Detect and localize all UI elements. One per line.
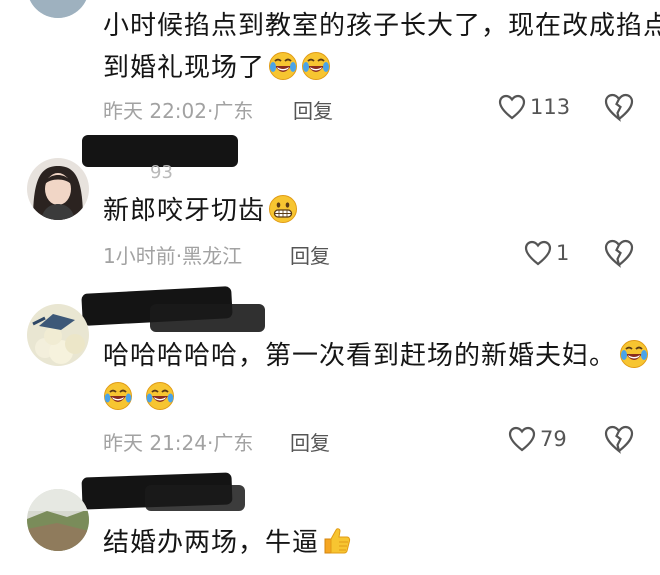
broken-heart-icon[interactable] [604,92,634,122]
username-fragment: 93 [150,162,173,183]
comment-text: 到婚礼现场了 [103,48,331,88]
comment-text: 新郎咬牙切齿 [103,191,298,231]
like-count: 113 [530,95,571,119]
like-button[interactable]: 113 [498,92,570,122]
avatar[interactable] [27,158,89,220]
comment-list: 小时候掐点到教室的孩子长大了，现在改成掐点 到婚礼现场了 昨天 22:02·广东… [0,0,660,575]
comment-text: 小时候掐点到教室的孩子长大了，现在改成掐点 [103,6,660,46]
comment-text: 哈哈哈哈哈，第一次看到赶场的新婚夫妇。 [103,336,649,376]
heart-icon [524,240,552,266]
comment-text: 结婚办两场，牛逼 [103,523,352,563]
heart-icon [508,426,536,452]
redacted-username-overlay [150,304,265,332]
avatar-image [27,158,89,220]
like-count: 1 [556,241,570,265]
avatar[interactable] [27,304,89,366]
heart-icon [498,94,526,120]
avatar-image [27,489,89,551]
redacted-username-overlay [145,485,245,511]
comment-location: 广东 [213,431,254,455]
comment-text-line: 结婚办两场，牛逼 [103,528,320,558]
like-count: 79 [540,427,567,451]
thumbs-up-emoji-icon [324,528,351,554]
avatar-image [27,0,89,18]
comment-text-line: 新郎咬牙切齿 [103,196,266,226]
avatar[interactable] [27,0,89,18]
comment-time: 1小时前 [103,244,176,268]
tears-of-joy-emoji-icon [302,52,331,80]
comment-text [103,378,175,418]
avatar-image [27,304,89,366]
comment-meta: 昨天 22:02·广东 [103,95,253,124]
comment-text-line: 哈哈哈哈哈，第一次看到赶场的新婚夫妇。 [103,341,617,371]
comment-meta: 1小时前·黑龙江 [103,240,242,269]
tears-of-joy-emoji-icon [620,340,649,368]
reply-button[interactable]: 回复 [290,240,330,269]
comment-time: 昨天 21:24 [103,431,207,455]
comment-meta: 昨天 21:24·广东 [103,427,253,456]
avatar[interactable] [27,489,89,551]
comment-text-line: 小时候掐点到教室的孩子长大了，现在改成掐点 [103,11,660,41]
reply-button[interactable]: 回复 [290,427,330,456]
grinning-emoji-icon [269,195,298,223]
like-button[interactable]: 79 [508,424,567,454]
comment-meta-partial [103,567,109,575]
like-button[interactable]: 1 [524,238,569,268]
broken-heart-icon[interactable] [604,424,634,454]
comment-location: 广东 [213,99,254,123]
tears-of-joy-emoji-icon [269,52,298,80]
grinning-sweat-emoji-icon [104,382,132,410]
comment-time: 昨天 22:02 [103,99,207,123]
comment-location: 黑龙江 [182,244,243,268]
broken-heart-icon[interactable] [604,238,634,268]
comment-text-line: 到婚礼现场了 [103,53,266,83]
reply-button[interactable]: 回复 [293,95,333,124]
grinning-sweat-emoji-icon [146,382,174,410]
